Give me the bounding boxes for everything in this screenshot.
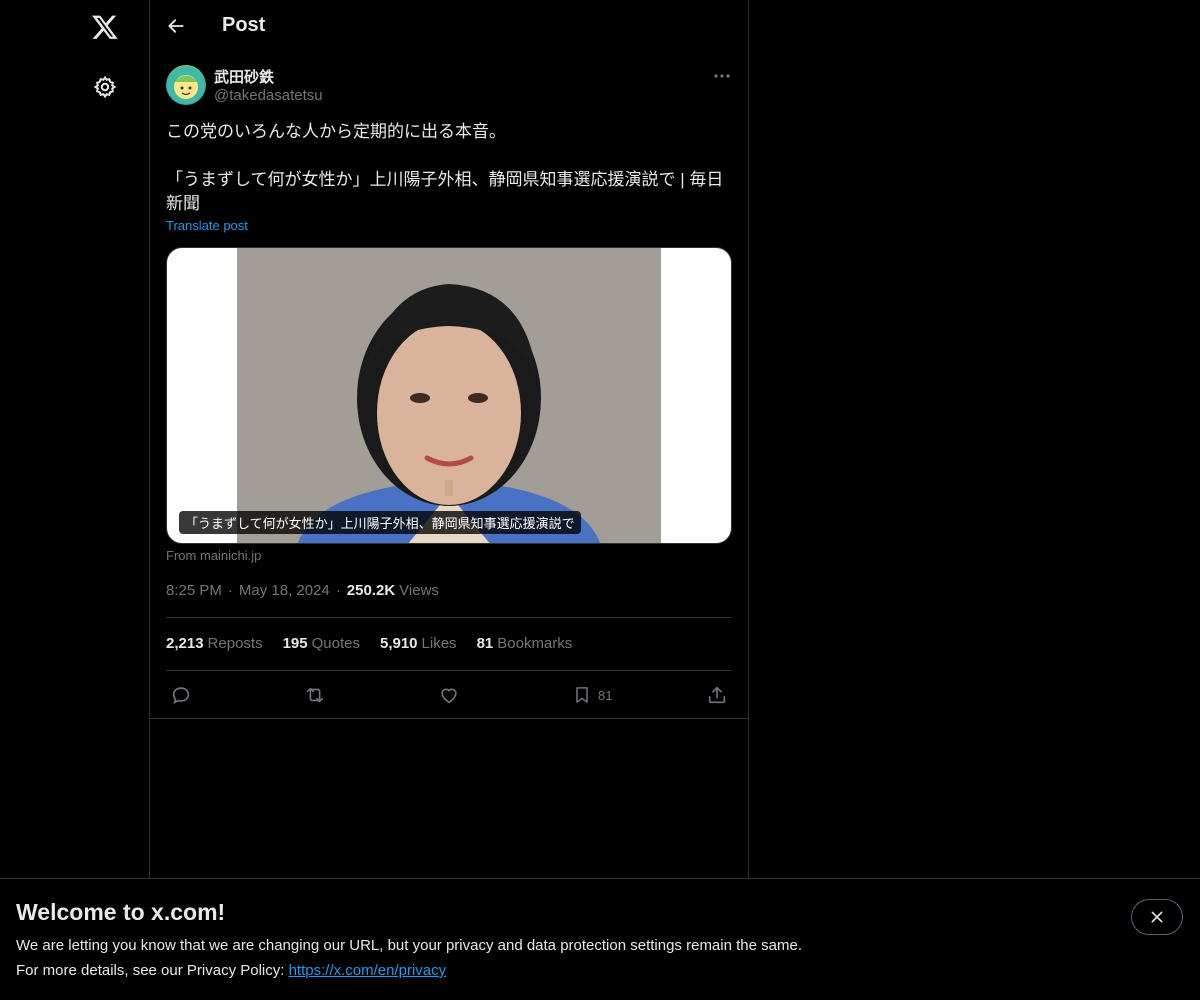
banner-title: Welcome to x.com! bbox=[16, 899, 226, 925]
gear-icon[interactable] bbox=[83, 65, 127, 109]
engagement-stats: 2,213 Reposts 195 Quotes 5,910 Likes 81 Book… bbox=[166, 635, 572, 652]
post-column: Post 武田砂鉄 @takedasatetsu この党のいろんな人から定期的に… bbox=[150, 0, 749, 1000]
like-button[interactable] bbox=[438, 681, 460, 709]
back-arrow-icon[interactable] bbox=[158, 8, 194, 44]
page-title: Post bbox=[222, 14, 266, 36]
avatar[interactable] bbox=[166, 65, 206, 105]
reposts-stat[interactable]: 2,213 Reposts bbox=[166, 635, 263, 652]
bookmark-count: 81 bbox=[598, 687, 613, 703]
repost-icon bbox=[306, 687, 324, 703]
link-card[interactable]: 「うまずして何が女性か」上川陽子外相、静岡県知事選応援演説で bbox=[166, 247, 732, 544]
like-icon bbox=[441, 688, 457, 704]
post-header: Post bbox=[150, 0, 748, 54]
more-dots-icon[interactable] bbox=[710, 64, 734, 88]
views-count: 250.2K bbox=[346, 582, 396, 599]
separator: · bbox=[335, 582, 341, 599]
divider bbox=[150, 718, 748, 719]
banner-privacy-prefix: For more details, see our Privacy Policy… bbox=[16, 962, 289, 979]
share-icon bbox=[708, 686, 726, 704]
likes-stat[interactable]: 5,910 Likes bbox=[380, 635, 457, 652]
privacy-policy-link[interactable]: https://x.com/en/privacy bbox=[289, 962, 447, 979]
left-navigation bbox=[0, 0, 150, 1000]
repost-button[interactable] bbox=[303, 681, 327, 709]
post-text: この党のいろんな人から定期的に出る本音。 「うまずして何が女性か」上川陽子外相、… bbox=[166, 122, 724, 213]
translate-post-link[interactable]: Translate post bbox=[166, 218, 248, 233]
reply-button[interactable] bbox=[170, 681, 192, 709]
welcome-banner: Welcome to x.com! We are letting you kno… bbox=[0, 878, 1200, 1000]
banner-message: We are letting you know that we are chan… bbox=[16, 937, 802, 954]
x-logo-icon[interactable] bbox=[83, 5, 127, 49]
banner-privacy-line: For more details, see our Privacy Policy… bbox=[16, 962, 446, 979]
separator: · bbox=[227, 582, 233, 599]
author-handle[interactable]: @takedasatetsu bbox=[214, 87, 323, 104]
views-label: Views bbox=[399, 582, 439, 599]
banner-close-button[interactable] bbox=[1131, 899, 1183, 935]
share-button[interactable] bbox=[706, 681, 728, 709]
post-meta: 8:25 PM · May 18, 2024 · 250.2K Views bbox=[166, 582, 439, 599]
card-source[interactable]: From mainichi.jp bbox=[166, 548, 261, 563]
author-display-name[interactable]: 武田砂鉄 bbox=[214, 66, 274, 87]
divider bbox=[166, 670, 732, 671]
card-caption: 「うまずして何が女性か」上川陽子外相、静岡県知事選応援演説で bbox=[179, 511, 581, 534]
bookmark-icon bbox=[576, 687, 588, 703]
bookmark-button[interactable]: 81 bbox=[572, 681, 612, 709]
quotes-stat[interactable]: 195 Quotes bbox=[283, 635, 360, 652]
divider bbox=[166, 617, 732, 618]
card-photo bbox=[237, 248, 661, 543]
reply-icon bbox=[172, 687, 190, 704]
post-date[interactable]: May 18, 2024 bbox=[239, 582, 330, 599]
bookmarks-stat[interactable]: 81 Bookmarks bbox=[477, 635, 573, 652]
close-icon bbox=[1151, 911, 1163, 923]
post-time[interactable]: 8:25 PM bbox=[166, 582, 222, 599]
